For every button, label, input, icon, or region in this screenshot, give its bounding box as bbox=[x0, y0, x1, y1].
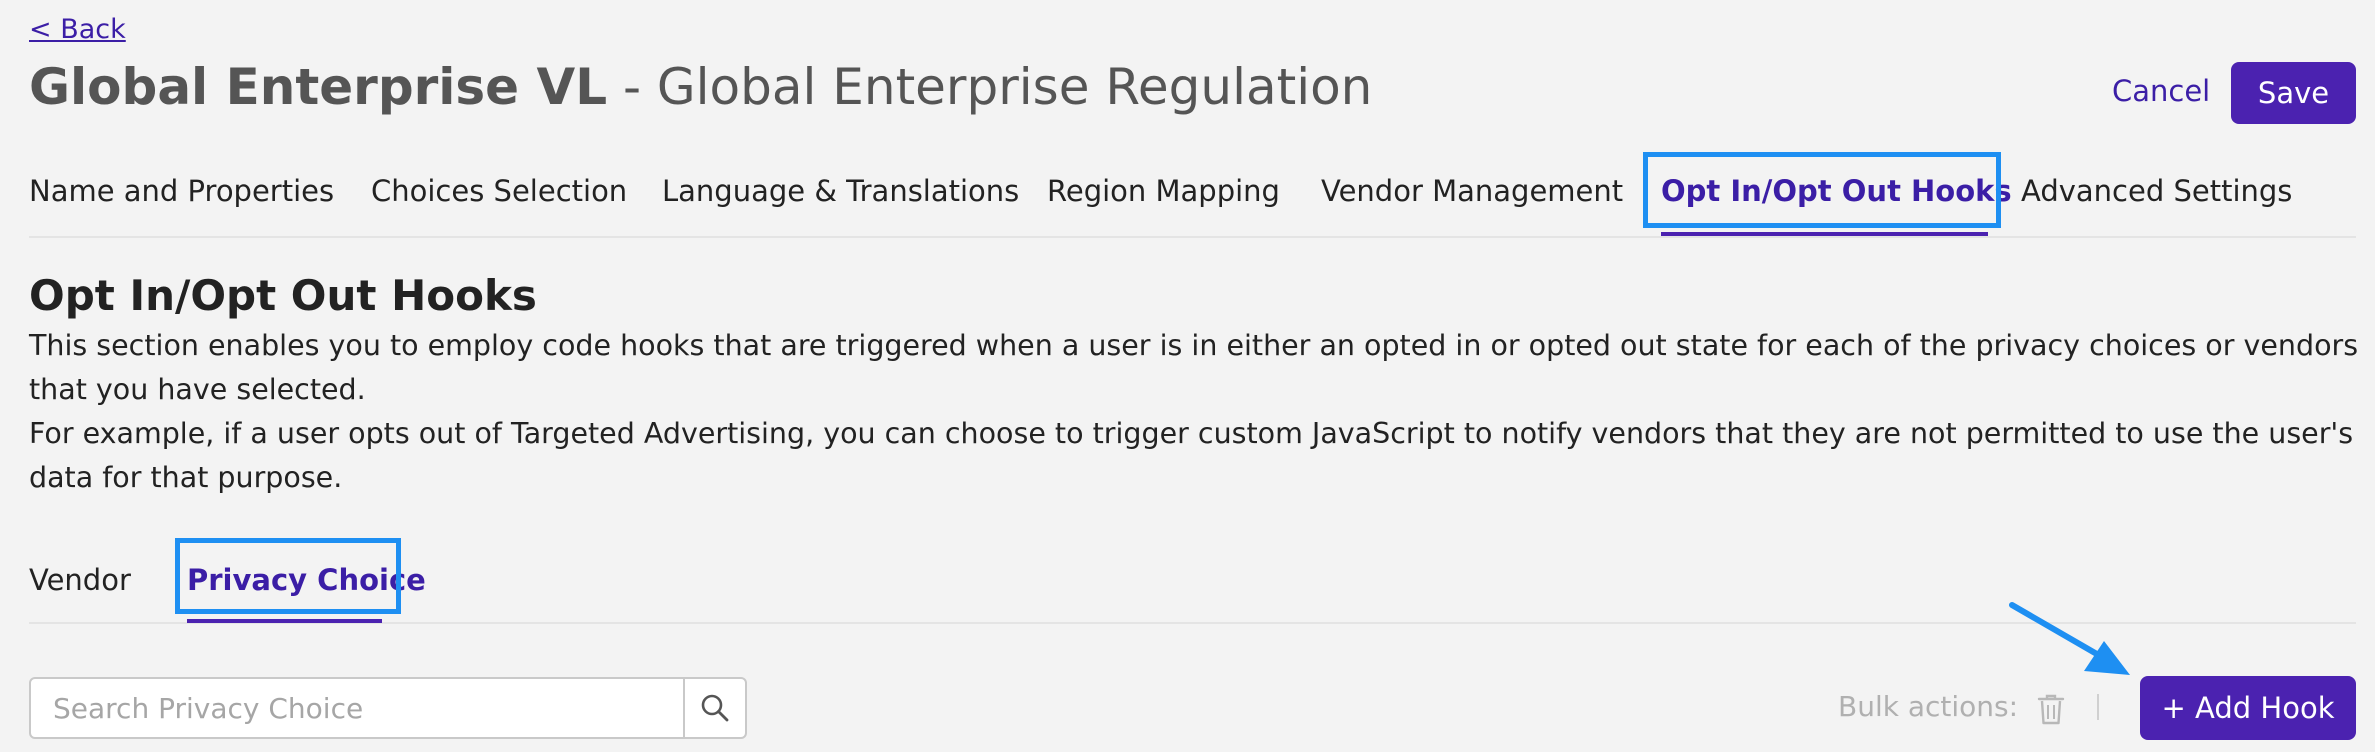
section-description-line: This section enables you to employ code … bbox=[29, 329, 2359, 406]
tab-vendor-management[interactable]: Vendor Management bbox=[1321, 150, 1623, 236]
section-title: Opt In/Opt Out Hooks bbox=[29, 271, 537, 320]
trash-icon[interactable] bbox=[2036, 692, 2066, 726]
active-subtab-indicator bbox=[187, 619, 382, 623]
bulk-actions-label: Bulk actions: bbox=[1838, 690, 2019, 723]
cancel-button[interactable]: Cancel bbox=[2112, 74, 2210, 108]
search-box bbox=[29, 677, 747, 739]
main-tabs: Name and Properties Choices Selection La… bbox=[29, 150, 2356, 238]
tab-region-mapping[interactable]: Region Mapping bbox=[1047, 150, 1280, 236]
save-button[interactable]: Save bbox=[2231, 62, 2356, 124]
tab-opt-in-opt-out-hooks[interactable]: Opt In/Opt Out Hooks bbox=[1661, 150, 2012, 236]
section-description: This section enables you to employ code … bbox=[29, 324, 2359, 500]
page-title-name: Global Enterprise VL bbox=[29, 58, 608, 116]
tab-choices-selection[interactable]: Choices Selection bbox=[371, 150, 627, 236]
back-link[interactable]: < Back bbox=[29, 14, 126, 45]
page-title-regulation: - Global Enterprise Regulation bbox=[607, 58, 1373, 116]
active-tab-indicator bbox=[1661, 232, 1988, 236]
page-title: Global Enterprise VL - Global Enterprise… bbox=[29, 52, 1372, 122]
section-description-example: For example, if a user opts out of Targe… bbox=[29, 417, 2354, 494]
add-hook-button[interactable]: + Add Hook bbox=[2140, 676, 2356, 740]
subtab-vendor[interactable]: Vendor bbox=[29, 538, 131, 622]
tab-language-translations[interactable]: Language & Translations bbox=[662, 150, 1019, 236]
sub-tabs: Vendor Privacy Choice bbox=[29, 538, 2356, 624]
bulk-actions-divider bbox=[2097, 694, 2099, 720]
search-input[interactable] bbox=[31, 679, 683, 737]
tab-name-and-properties[interactable]: Name and Properties bbox=[29, 150, 334, 236]
search-button[interactable] bbox=[683, 679, 745, 737]
tab-advanced-settings[interactable]: Advanced Settings bbox=[2021, 150, 2292, 236]
subtab-privacy-choice[interactable]: Privacy Choice bbox=[187, 538, 426, 622]
search-icon bbox=[701, 694, 729, 722]
